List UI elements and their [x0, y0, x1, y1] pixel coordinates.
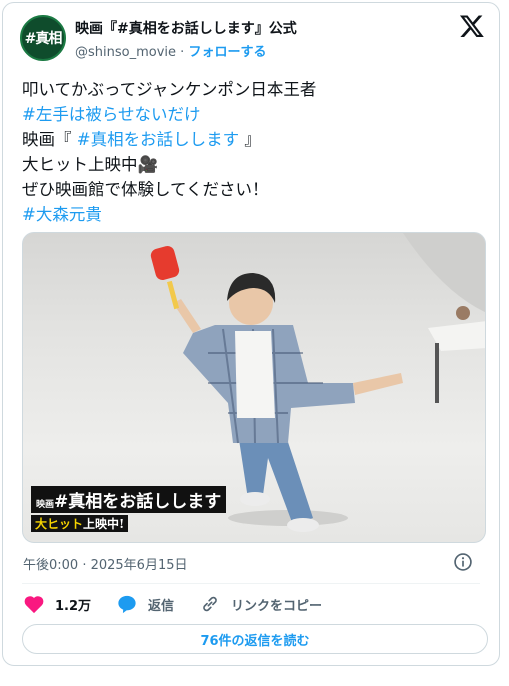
hashtag-link[interactable]: #左手は被らせないだけ: [22, 102, 482, 127]
caption-sub-highlight: 大ヒット: [35, 517, 84, 531]
timestamp-link[interactable]: 午後0:00 · 2025年6月15日: [23, 554, 188, 573]
caption-title-text: #真相をお話しします: [54, 492, 222, 512]
hashtag-link[interactable]: #大森元貴: [22, 202, 482, 227]
caption-subtitle: 大ヒット上映中!: [31, 515, 129, 532]
read-replies-button[interactable]: 76件の返信を読む: [22, 624, 488, 654]
reply-label: 返信: [148, 598, 175, 614]
avatar[interactable]: #真相: [20, 15, 66, 61]
caption-prefix: 映画: [36, 500, 55, 510]
heart-icon: [24, 596, 44, 614]
tweet-text: 叩いてかぶってジャンケンポン日本王者 #左手は被らせないだけ 映画『 #真相をお…: [22, 77, 482, 227]
x-logo-icon[interactable]: [459, 13, 485, 39]
handle[interactable]: @shinso_movie: [75, 45, 176, 60]
info-icon[interactable]: [453, 552, 473, 572]
tweet-line: ぜひ映画館で体験してください！: [22, 180, 269, 199]
tweet-line: 叩いてかぶってジャンケンポン日本王者: [22, 80, 317, 99]
tweet-line: 大ヒット上映中🎥: [22, 155, 159, 174]
hashtag-link[interactable]: #真相をお話しします: [77, 130, 239, 149]
caption-sub-text: 上映中!: [83, 517, 125, 531]
reply-button[interactable]: 返信: [116, 594, 174, 614]
copy-link-label: リンクをコピー: [231, 598, 323, 614]
like-button[interactable]: 1.2万: [23, 594, 91, 614]
handle-row: @shinso_movie · フォローする: [75, 41, 266, 60]
like-count: 1.2万: [55, 598, 92, 614]
link-icon: [203, 596, 217, 612]
tweet-line: 映画『 #真相をお話しします 』: [22, 127, 482, 152]
separator: ·: [180, 45, 185, 60]
media-photo[interactable]: 映画#真相をお話しします 大ヒット上映中!: [22, 232, 486, 543]
tweet-card: #真相 映画『#真相をお話しします』公式 @shinso_movie · フォロ…: [2, 2, 500, 666]
media-caption: 映画#真相をお話しします 大ヒット上映中!: [31, 486, 227, 532]
tweet-text-fragment: 』: [244, 130, 261, 149]
tweet-text-fragment: 映画『: [22, 130, 72, 149]
caption-title: 映画#真相をお話しします: [31, 486, 227, 513]
follow-button[interactable]: フォローする: [188, 45, 266, 60]
action-bar: 1.2万 返信 リンクをコピー: [23, 593, 347, 615]
reply-bubble-icon: [118, 595, 136, 614]
copy-link-button[interactable]: リンクをコピー: [199, 594, 322, 614]
display-name[interactable]: 映画『#真相をお話しします』公式: [75, 18, 297, 38]
divider: [22, 583, 480, 584]
